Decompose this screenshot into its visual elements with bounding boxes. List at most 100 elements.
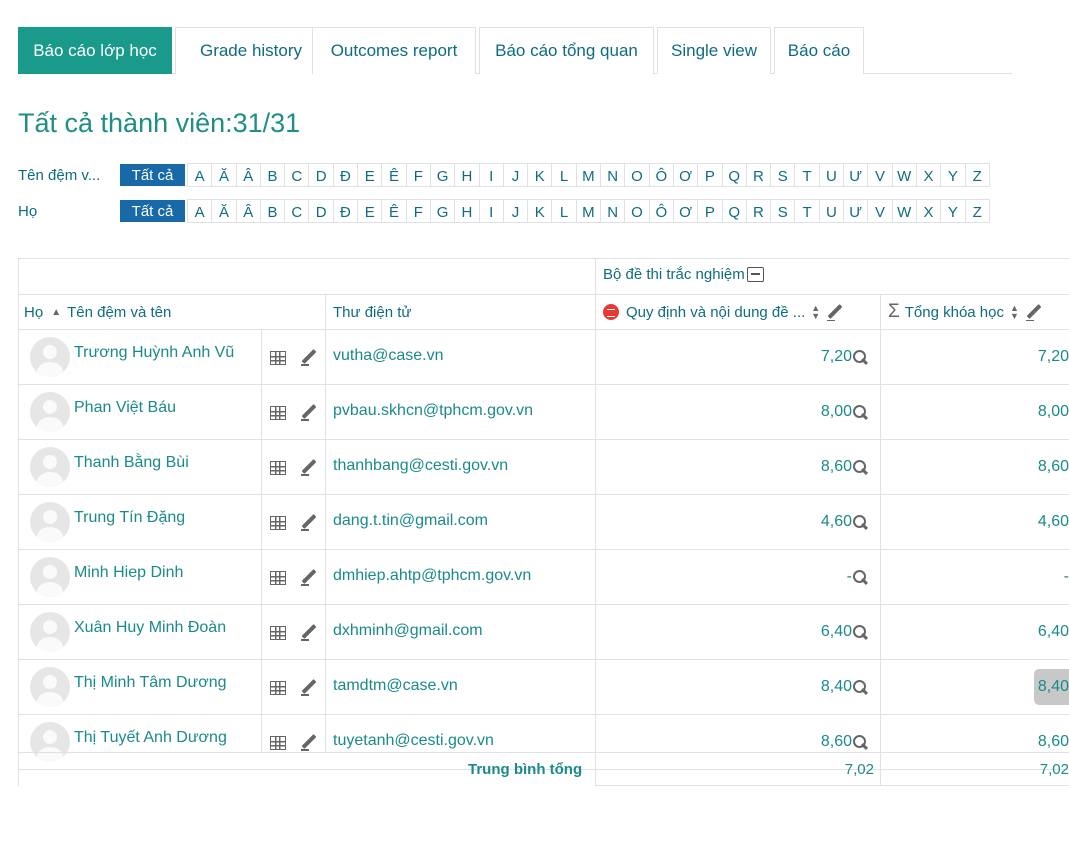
avatar[interactable] (30, 556, 70, 597)
header-total-label[interactable]: Tổng khóa học (905, 304, 1004, 321)
tab-overview-report[interactable]: Báo cáo tổng quan (479, 27, 654, 74)
quiz-grade-cell[interactable]: 6,40 (598, 623, 868, 641)
avatar[interactable] (30, 666, 70, 707)
lastname-initial-letter[interactable]: N (600, 200, 624, 222)
single-view-pencil-icon[interactable] (300, 513, 318, 531)
magnifier-icon[interactable] (852, 349, 868, 365)
firstname-initial-letter[interactable]: J (502, 164, 527, 186)
course-total-cell[interactable]: 8,60 (883, 733, 1069, 751)
firstname-initial-letter[interactable]: Ă (211, 164, 235, 186)
firstname-initial-letter[interactable]: O (624, 164, 648, 186)
firstname-initial-letter[interactable]: W (891, 164, 916, 186)
student-name-link[interactable]: Thanh Bằng Bùi (74, 454, 189, 472)
collapse-icon[interactable] (746, 267, 764, 282)
user-report-icon[interactable] (270, 460, 286, 475)
course-total-cell[interactable]: 6,40 (883, 623, 1069, 641)
lastname-initial-letter[interactable]: Â (235, 200, 260, 222)
lastname-initial-letter[interactable]: O (624, 200, 648, 222)
course-total-cell[interactable]: - (883, 568, 1069, 586)
course-total-cell[interactable]: 4,60 (883, 513, 1069, 531)
magnifier-icon[interactable] (852, 569, 868, 585)
lastname-initial-letter[interactable]: D (308, 200, 332, 222)
lastname-initial-letter[interactable]: M (575, 200, 600, 222)
quiz-grade-cell[interactable]: - (598, 568, 868, 586)
lastname-initial-letter[interactable]: Ă (211, 200, 235, 222)
lastname-all-button[interactable]: Tất cả (120, 200, 185, 222)
lastname-initial-letter[interactable]: V (867, 200, 891, 222)
firstname-initial-letter[interactable]: Z (964, 164, 989, 186)
lastname-initial-letter[interactable]: U (818, 200, 843, 222)
firstname-initial-letter[interactable]: K (527, 164, 551, 186)
lastname-initial-letter[interactable]: H (454, 200, 478, 222)
firstname-initial-letter[interactable]: Đ (332, 164, 357, 186)
firstname-initial-letter[interactable]: Q (721, 164, 746, 186)
lastname-initial-letter[interactable]: K (527, 200, 551, 222)
firstname-initial-letter[interactable]: Ê (381, 164, 405, 186)
firstname-initial-letter[interactable]: I (478, 164, 503, 186)
quiz-grade-cell[interactable]: 8,40 (598, 678, 868, 696)
tab-report[interactable]: Báo cáo (774, 27, 864, 74)
lastname-initial-letter[interactable]: Đ (332, 200, 357, 222)
sort-both-icon[interactable]: ▲ ▼ (1010, 304, 1019, 321)
header-email[interactable]: Thư điện tử (333, 295, 411, 329)
student-name-link[interactable]: Phan Việt Báu (74, 399, 176, 417)
header-quiz-label[interactable]: Quy định và nội dung đề ... (626, 304, 805, 321)
lastname-initial-letter[interactable]: Ư (843, 200, 867, 222)
firstname-initial-letter[interactable]: B (259, 164, 284, 186)
magnifier-icon[interactable] (852, 734, 868, 750)
lastname-initial-letter[interactable]: C (284, 200, 308, 222)
single-view-pencil-icon[interactable] (300, 403, 318, 421)
student-name-link[interactable]: Minh Hiep Dinh (74, 564, 183, 582)
magnifier-icon[interactable] (852, 514, 868, 530)
firstname-initial-letter[interactable]: X (915, 164, 940, 186)
firstname-initial-letter[interactable]: G (429, 164, 454, 186)
single-view-pencil-icon[interactable] (300, 623, 318, 641)
firstname-initial-letter[interactable]: F (405, 164, 430, 186)
edit-pencil-icon[interactable] (826, 303, 844, 321)
tab-grader-report[interactable]: Báo cáo lớp học (18, 27, 172, 74)
header-email-label[interactable]: Thư điện tử (333, 304, 411, 321)
firstname-initial-letter[interactable]: L (551, 164, 575, 186)
firstname-initial-letter[interactable]: Y (940, 164, 964, 186)
single-view-pencil-icon[interactable] (300, 568, 318, 586)
sort-both-icon[interactable]: ▲ ▼ (811, 304, 820, 321)
course-total-cell[interactable]: 7,20 (883, 348, 1069, 366)
firstname-initial-letter[interactable]: C (284, 164, 308, 186)
quiz-grade-cell[interactable]: 8,60 (598, 458, 868, 476)
user-report-icon[interactable] (270, 680, 286, 695)
lastname-initial-letter[interactable]: G (429, 200, 454, 222)
single-view-pencil-icon[interactable] (300, 678, 318, 696)
quiz-grade-cell[interactable]: 8,00 (598, 403, 868, 421)
firstname-initial-letter[interactable]: V (867, 164, 891, 186)
lastname-initial-letter[interactable]: A (187, 200, 211, 222)
user-report-icon[interactable] (270, 350, 286, 365)
single-view-pencil-icon[interactable] (300, 733, 318, 751)
lastname-initial-letter[interactable]: J (502, 200, 527, 222)
lastname-initial-letter[interactable]: P (697, 200, 721, 222)
course-total-cell[interactable]: 8,00 (883, 403, 1069, 421)
tab-outcomes-report[interactable]: Outcomes report (312, 27, 476, 74)
avatar[interactable] (30, 336, 70, 377)
quiz-grade-cell[interactable]: 7,20 (598, 348, 868, 366)
avatar[interactable] (30, 611, 70, 652)
student-name-link[interactable]: Trương Huỳnh Anh Vũ (74, 344, 234, 362)
lastname-initial-letter[interactable]: Ô (648, 200, 673, 222)
lastname-initial-letter[interactable]: E (357, 200, 381, 222)
tab-single-view[interactable]: Single view (657, 27, 771, 74)
lastname-initial-letter[interactable]: X (915, 200, 940, 222)
user-report-icon[interactable] (270, 405, 286, 420)
sort-firstname-link[interactable]: Tên đệm và tên (67, 304, 171, 321)
student-name-link[interactable]: Thị Minh Tâm Dương (74, 674, 227, 692)
student-name-link[interactable]: Thị Tuyết Anh Dương (74, 729, 227, 747)
firstname-all-button[interactable]: Tất cả (120, 164, 185, 186)
magnifier-icon[interactable] (852, 459, 868, 475)
user-report-icon[interactable] (270, 735, 286, 750)
firstname-initial-letter[interactable]: P (697, 164, 721, 186)
lastname-initial-letter[interactable]: L (551, 200, 575, 222)
sort-surname-link[interactable]: Họ (24, 304, 43, 321)
lastname-initial-letter[interactable]: T (794, 200, 818, 222)
lastname-initial-letter[interactable]: Ê (381, 200, 405, 222)
firstname-initial-letter[interactable]: A (187, 164, 211, 186)
magnifier-icon[interactable] (852, 679, 868, 695)
avatar[interactable] (30, 501, 70, 542)
